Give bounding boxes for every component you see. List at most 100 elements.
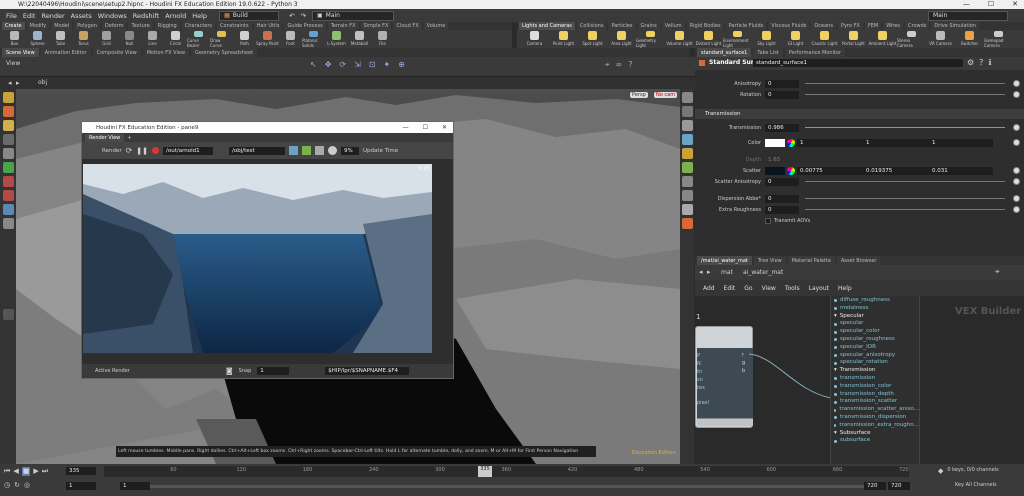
snap-grid-icon[interactable] [2, 162, 14, 173]
guides-icon[interactable] [681, 162, 693, 173]
param-list-item[interactable]: transmission [834, 375, 919, 383]
scatter-r-field[interactable]: 0.00775 [797, 166, 863, 175]
shelf-tab-right-1[interactable]: Collisions [576, 22, 607, 30]
maximize-button[interactable]: ☐ [988, 0, 994, 8]
normals-icon[interactable] [681, 190, 693, 201]
color-g-field[interactable]: 1 [863, 138, 929, 147]
loop-icon[interactable]: ↻ [14, 481, 20, 489]
sync-icon[interactable]: ◎ [24, 481, 30, 489]
shelf-tool-right-9[interactable]: GI Light [781, 30, 810, 48]
shelf-tab-right-3[interactable]: Grains [637, 22, 660, 30]
handles-icon[interactable] [2, 120, 14, 131]
shelf-tool-right-11[interactable]: Portal Light [839, 30, 868, 48]
shelf-tool-right-3[interactable]: Area Light [607, 30, 636, 48]
shelf-tab-right-12[interactable]: Crowds [905, 22, 930, 30]
wire-icon[interactable] [681, 106, 693, 117]
color-wheel-icon[interactable] [787, 138, 795, 147]
scatter-swatch[interactable] [765, 166, 785, 175]
stop-play-icon[interactable]: ■ [21, 467, 31, 476]
shelf-tool-7[interactable]: Circle [164, 30, 187, 48]
camera-menu[interactable]: No cam [654, 92, 678, 98]
net-tab-1[interactable]: Tree View [753, 256, 786, 265]
go-start-icon[interactable]: ⏮ [4, 467, 10, 476]
shelf-tool-right-2[interactable]: Spot Light [578, 30, 607, 48]
handle-icon[interactable]: ⊕ [398, 60, 405, 69]
persp-menu[interactable]: Persp [630, 92, 648, 98]
param-list-item[interactable]: transmission_scatter_aniso... [834, 406, 919, 414]
scatter-wheel-icon[interactable] [787, 166, 795, 175]
shelf-tool-2[interactable]: Tube [49, 30, 72, 48]
collapse-icon[interactable]: ▾ [834, 430, 837, 438]
param-list-item[interactable]: specular_anisotropy [834, 352, 919, 360]
shelf-tool-0[interactable]: Box [3, 30, 26, 48]
scatter-aniso-field[interactable]: 0 [765, 177, 799, 186]
shelf-tab-12[interactable]: Simple FX [360, 22, 392, 30]
shelf-tab-right-5[interactable]: Rigid Bodies [686, 22, 724, 30]
shelf-tool-right-7[interactable]: Environment Light [723, 30, 752, 48]
shelf-tab-2[interactable]: Model [51, 22, 73, 30]
time-cursor[interactable]: 335 [478, 466, 492, 477]
info-icon[interactable] [2, 309, 14, 320]
realtime-icon[interactable]: ◷ [4, 481, 10, 489]
in-p[interactable]: P [697, 353, 700, 359]
shelf-tool-16[interactable]: File [371, 30, 394, 48]
sphere-icon[interactable] [328, 146, 338, 155]
key-icon[interactable]: ◆ [938, 467, 943, 475]
shelf-tab-right-4[interactable]: Vellum [661, 22, 685, 30]
collapse-icon[interactable]: ▾ [834, 367, 837, 375]
anisotropy-gear-icon[interactable] [1013, 80, 1020, 87]
net-path-mat[interactable]: mat [721, 269, 733, 276]
menu-render[interactable]: Render [41, 12, 64, 20]
param-list-item[interactable]: transmission_extra_roughn... [834, 422, 919, 430]
render-close-button[interactable]: ✕ [442, 124, 447, 131]
shelf-tab-8[interactable]: Constraints [217, 22, 252, 30]
color-b-field[interactable]: 1 [929, 138, 993, 147]
shelf-tab-right-0[interactable]: Lights and Cameras [519, 22, 575, 30]
shelf-tab-1[interactable]: Modify [26, 22, 50, 30]
shelf-tool-right-14[interactable]: VR Camera [926, 30, 955, 48]
menu-help[interactable]: Help [192, 12, 207, 20]
back-icon[interactable]: ◂ [8, 79, 12, 87]
shelf-tool-right-12[interactable]: Ambient Light [868, 30, 897, 48]
shelf-tab-10[interactable]: Guide Process [284, 22, 326, 30]
shelf-tab-right-6[interactable]: Particle Fluids [725, 22, 767, 30]
range-end-field[interactable]: 720 [864, 482, 886, 490]
net-tab-2[interactable]: Material Palette [787, 256, 835, 265]
step-back-icon[interactable]: ◀ [13, 467, 18, 476]
move-tool-icon[interactable]: ✥ [325, 60, 332, 69]
in-sn[interactable]: sn [697, 377, 703, 383]
right-desktop-selector[interactable]: Main [928, 10, 1008, 21]
lamp-icon[interactable] [681, 148, 693, 159]
shelf-tab-13[interactable]: Cloud FX [393, 22, 422, 30]
shelf-tab-14[interactable]: Volume [423, 22, 449, 30]
net-menu-help[interactable]: Help [838, 285, 852, 292]
key-all-channels[interactable]: Key All Channels [955, 482, 997, 488]
network-editor[interactable]: VEX Builder 1 rgb r g b P N tn sn tex pi… [695, 296, 1024, 464]
refresh-icon[interactable]: ⟳ [126, 146, 133, 155]
shelf-tool-4[interactable]: Grid [95, 30, 118, 48]
rotation-field[interactable]: 0 [765, 90, 799, 99]
gear-icon[interactable]: ⚙ [967, 58, 974, 67]
in-pixel[interactable]: pixel [697, 400, 709, 406]
pane-tab-right-0[interactable]: standard_surface1 [697, 48, 752, 57]
info-icon-params[interactable]: ℹ [988, 58, 991, 67]
current-frame-field[interactable]: 335 [66, 467, 96, 475]
build-selector[interactable]: ▦ Build [219, 10, 280, 21]
in-n[interactable]: N [697, 361, 701, 367]
snap-icon[interactable]: ⊡ [369, 60, 376, 69]
extra-roughness-gear-icon[interactable] [1013, 206, 1020, 213]
transmission-gear-icon[interactable] [1013, 124, 1020, 131]
shelf-tab-11[interactable]: Terrain FX [327, 22, 359, 30]
redo-icon[interactable]: ↷ [301, 12, 306, 20]
net-tab-3[interactable]: Asset Browser [836, 256, 881, 265]
render-minimize-button[interactable]: — [403, 124, 409, 131]
shelf-tab-right-11[interactable]: Wires [883, 22, 904, 30]
param-list-item[interactable]: subsurface [834, 437, 919, 445]
param-list-item[interactable]: specular_rotation [834, 359, 919, 367]
menu-redshift[interactable]: Redshift [133, 12, 159, 20]
menu-arnold[interactable]: Arnold [165, 12, 186, 20]
snap-field[interactable]: 1 [257, 367, 290, 375]
pane-tab-right-2[interactable]: Performance Monitor [784, 48, 846, 57]
shelf-tool-13[interactable]: Platonic Solids [302, 30, 325, 48]
shelf-tool-right-8[interactable]: Sky Light [752, 30, 781, 48]
